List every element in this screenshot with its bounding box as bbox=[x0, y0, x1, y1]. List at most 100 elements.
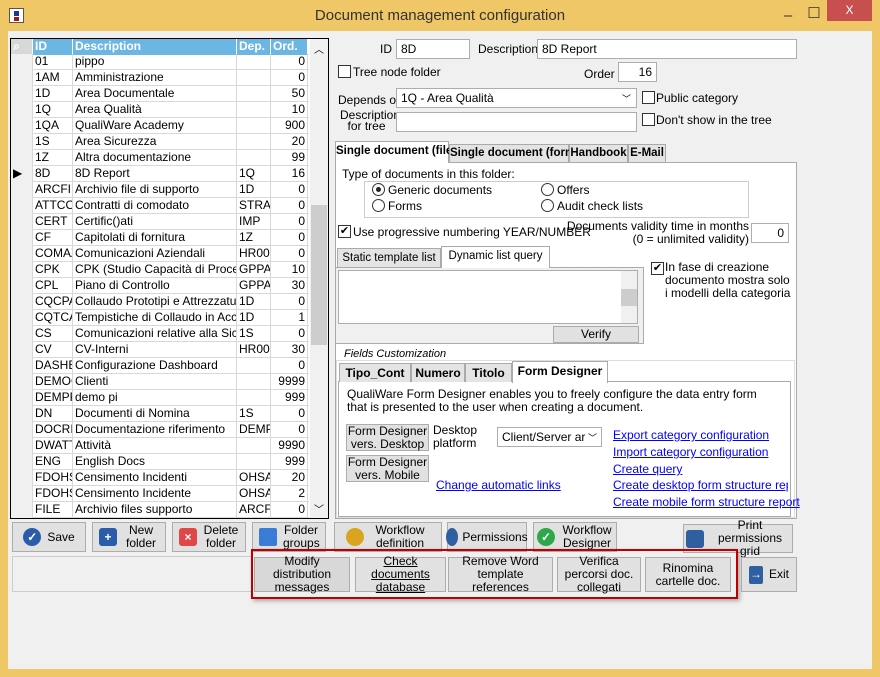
query-scrollbar[interactable] bbox=[621, 271, 637, 323]
category-grid[interactable]: ⌕ ID Description Dep. Ord. 01 pippo 0 1AM Am… bbox=[10, 38, 329, 519]
table-row[interactable]: CF Capitolati di fornitura 1Z 0 bbox=[11, 230, 309, 246]
create-mobile-report-link[interactable]: Create mobile form structure report bbox=[613, 495, 800, 509]
table-row[interactable]: DEMPPIdemo pi 999 bbox=[11, 390, 309, 406]
table-row[interactable]: ARCFILArchivio file di supporto1D0 bbox=[11, 182, 309, 198]
table-row[interactable]: 1D Area Documentale 50 bbox=[11, 86, 309, 102]
tab-single-document-form[interactable]: Single document (form) bbox=[449, 144, 579, 162]
table-row[interactable]: 1Q Area Qualità 10 bbox=[11, 102, 309, 118]
row-indicator[interactable] bbox=[11, 486, 33, 502]
table-row[interactable]: 01 pippo 0 bbox=[11, 54, 309, 70]
validity-input[interactable]: 0 bbox=[751, 223, 789, 243]
verifica-percorsi-button[interactable]: Verifica percorsi doc. collegati bbox=[557, 555, 641, 594]
row-indicator[interactable] bbox=[11, 310, 33, 326]
radio-offers[interactable] bbox=[541, 183, 554, 196]
table-row[interactable]: 1Z Altra documentazione 99 bbox=[11, 150, 309, 166]
description-input[interactable]: 8D Report bbox=[537, 39, 797, 59]
row-indicator[interactable] bbox=[11, 326, 33, 342]
show-only-models-checkbox[interactable]: ✔ bbox=[651, 262, 664, 275]
row-indicator[interactable] bbox=[11, 294, 33, 310]
row-indicator[interactable] bbox=[11, 262, 33, 278]
column-id[interactable]: ID bbox=[33, 39, 73, 55]
table-row[interactable]: FDOHSCensimento IncidenteOHSAS2 bbox=[11, 486, 309, 502]
tab-static-template-list[interactable]: Static template list bbox=[337, 248, 441, 267]
table-row[interactable]: DWATT Attività 9990 bbox=[11, 438, 309, 454]
table-row[interactable]: CVCV-InterniHR00030 bbox=[11, 342, 309, 358]
table-row[interactable]: DASHB Configurazione Dashboard 0 bbox=[11, 358, 309, 374]
depends-on-select[interactable]: 1Q - Area Qualità ﹀ bbox=[396, 88, 637, 108]
tab-single-document-file[interactable]: Single document (file) bbox=[335, 141, 456, 163]
tab-form-designer[interactable]: Form Designer bbox=[512, 361, 608, 383]
row-indicator[interactable] bbox=[11, 406, 33, 422]
new-folder-button[interactable]: + New folder bbox=[92, 522, 166, 552]
tab-tipo-cont[interactable]: Tipo_Cont bbox=[339, 363, 411, 382]
column-ord[interactable]: Ord. bbox=[271, 39, 308, 55]
radio-audit-check-lists[interactable] bbox=[541, 199, 554, 212]
table-row[interactable]: 1S Area Sicurezza 20 bbox=[11, 134, 309, 150]
tab-handbook[interactable]: Handbook bbox=[569, 144, 628, 162]
table-row[interactable]: CQCPA Collaudo Prototipi e Attrezzature 1D… bbox=[11, 294, 309, 310]
remove-word-references-button[interactable]: Remove Word template references bbox=[448, 555, 553, 594]
row-indicator[interactable] bbox=[11, 422, 33, 438]
public-category-checkbox[interactable] bbox=[642, 91, 655, 104]
save-button[interactable]: ✓ Save bbox=[12, 522, 86, 552]
permissions-button[interactable]: Permissions bbox=[446, 522, 528, 552]
exit-button[interactable]: → Exit bbox=[741, 557, 797, 592]
column-description[interactable]: Description bbox=[73, 39, 237, 55]
tree-node-folder-checkbox[interactable] bbox=[338, 65, 351, 78]
table-row[interactable]: CPLPiano di ControlloGPPAP30 bbox=[11, 278, 309, 294]
table-row[interactable]: CERT Certific()ati IMP 0 bbox=[11, 214, 309, 230]
progressive-numbering-checkbox[interactable]: ✔ bbox=[338, 225, 351, 238]
row-indicator[interactable] bbox=[11, 358, 33, 374]
maximize-button[interactable]: ☐ bbox=[801, 0, 827, 31]
row-indicator[interactable] bbox=[11, 70, 33, 86]
tab-dynamic-list-query[interactable]: Dynamic list query bbox=[441, 246, 550, 268]
create-query-link[interactable]: Create query bbox=[613, 462, 682, 476]
row-indicator[interactable] bbox=[11, 278, 33, 294]
table-row[interactable]: CSComunicazioni relative alla Sicurezza1… bbox=[11, 326, 309, 342]
row-indicator[interactable] bbox=[11, 230, 33, 246]
table-row[interactable]: CPKCPK (Studio Capacità di ProcessoGPPAP… bbox=[11, 262, 309, 278]
row-indicator[interactable] bbox=[11, 102, 33, 118]
table-row[interactable]: ▶ 8D 8D Report 1Q 16 bbox=[11, 166, 309, 182]
grid-scrollbar[interactable]: ︿ ﹀ bbox=[310, 39, 328, 518]
change-automatic-links-link[interactable]: Change automatic links bbox=[436, 478, 561, 492]
row-indicator[interactable] bbox=[11, 246, 33, 262]
row-indicator[interactable] bbox=[11, 134, 33, 150]
import-category-link[interactable]: Import category configuration bbox=[613, 445, 768, 459]
workflow-designer-button[interactable]: ✓ Workflow Designer bbox=[533, 522, 617, 552]
row-indicator[interactable] bbox=[11, 198, 33, 214]
table-row[interactable]: DOCRIFDocumentazione riferimentoDEMPI0 bbox=[11, 422, 309, 438]
row-indicator[interactable] bbox=[11, 438, 33, 454]
delete-folder-button[interactable]: × Delete folder bbox=[172, 522, 246, 552]
column-dep[interactable]: Dep. bbox=[237, 39, 271, 55]
row-indicator[interactable] bbox=[11, 54, 33, 70]
table-row[interactable]: FILEArchivio files supportoARCFIL0 bbox=[11, 502, 309, 518]
table-row[interactable]: 1AM Amministrazione 0 bbox=[11, 70, 309, 86]
create-desktop-report-link[interactable]: Create desktop form structure repor bbox=[613, 478, 788, 492]
row-indicator[interactable] bbox=[11, 470, 33, 486]
row-indicator[interactable] bbox=[11, 182, 33, 198]
row-pointer-icon[interactable]: ▶ bbox=[11, 166, 33, 182]
scroll-thumb[interactable] bbox=[311, 205, 327, 345]
folder-groups-button[interactable]: Folder groups bbox=[252, 522, 326, 552]
minimize-button[interactable]: ‒ bbox=[775, 0, 801, 31]
platform-select[interactable]: Client/Server ar ﹀ bbox=[497, 427, 602, 447]
dont-show-checkbox[interactable] bbox=[642, 113, 655, 126]
query-textarea[interactable] bbox=[338, 270, 638, 324]
table-row[interactable]: ENG English Docs 999 bbox=[11, 454, 309, 470]
row-indicator[interactable] bbox=[11, 454, 33, 470]
verify-button[interactable]: Verify bbox=[553, 326, 639, 343]
check-documents-button[interactable]: Check documents database bbox=[355, 555, 446, 594]
table-row[interactable]: DEMOCClienti 9999 bbox=[11, 374, 309, 390]
tab-titolo[interactable]: Titolo bbox=[465, 363, 512, 382]
export-category-link[interactable]: Export category configuration bbox=[613, 428, 769, 442]
row-indicator[interactable] bbox=[11, 150, 33, 166]
row-indicator[interactable] bbox=[11, 342, 33, 358]
form-designer-mobile-button[interactable]: Form Designer vers. Mobile bbox=[346, 455, 429, 482]
tab-email[interactable]: E-Mail bbox=[628, 144, 666, 162]
row-indicator[interactable] bbox=[11, 502, 33, 518]
table-row[interactable]: CQTCATempistiche di Collaudo in Accettaz… bbox=[11, 310, 309, 326]
row-indicator[interactable] bbox=[11, 214, 33, 230]
radio-generic-documents[interactable] bbox=[372, 183, 385, 196]
grid-search-icon[interactable]: ⌕ bbox=[11, 39, 33, 55]
